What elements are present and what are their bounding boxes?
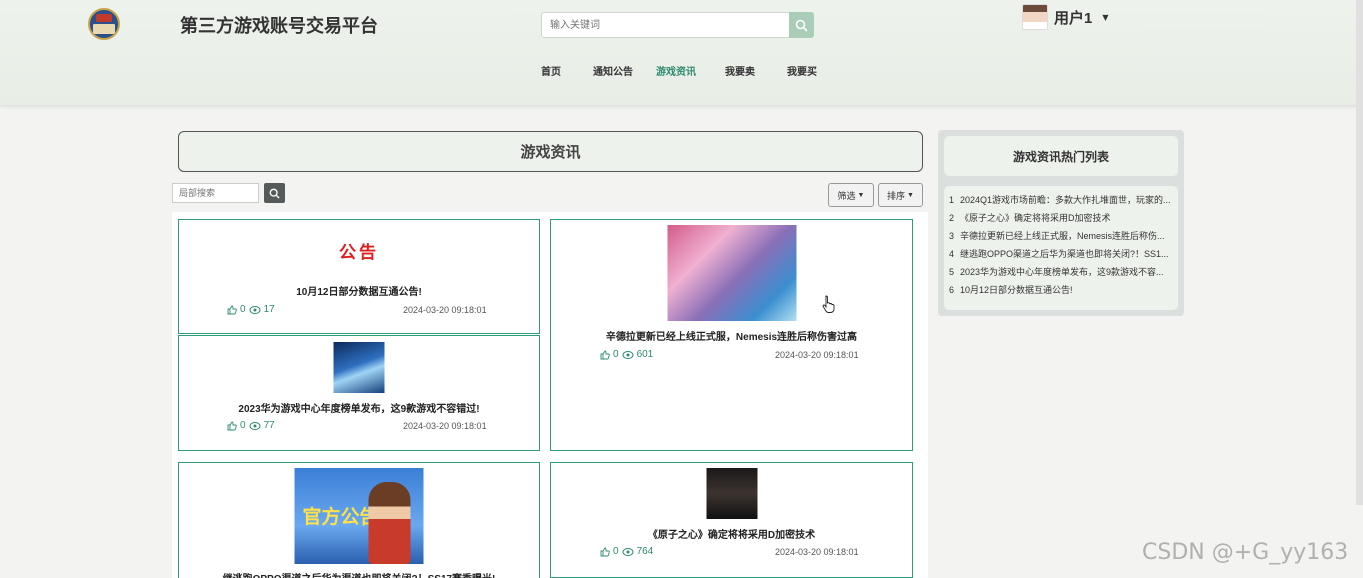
local-search-input[interactable] [172,183,259,203]
news-card-stats: 0 77 [227,420,275,431]
news-card-title[interactable]: 辛德拉更新已经上线正式服，Nemesis连胜后称伤害过高 [551,328,912,343]
news-card-date: 2024-03-20 09:18:01 [403,421,487,431]
news-card[interactable]: 《原子之心》确定将将采用D加密技术 0 764 2024-03-20 09:18… [550,462,913,578]
eye-icon [249,305,261,314]
chevron-down-icon: ▼ [857,191,865,199]
news-card[interactable]: 辛德拉更新已经上线正式服，Nemesis连胜后称伤害过高 0 601 2024-… [550,219,913,451]
views-count: 77 [263,420,275,431]
filter-label: 筛选 [837,190,856,201]
eye-icon [622,547,634,556]
eye-icon [622,350,634,359]
news-card-image[interactable] [706,468,757,519]
likes-count: 0 [240,304,246,315]
views-count: 17 [263,304,275,315]
news-card-stats: 0 601 [600,349,653,360]
page-title: 游戏资讯 [178,131,923,172]
eye-icon [249,421,261,430]
search-icon [269,188,280,199]
likes-count: 0 [613,349,619,360]
views-count: 601 [636,349,654,360]
news-card[interactable]: 2023华为游戏中心年度榜单发布，这9款游戏不容错过! 0 77 2024-03… [178,335,540,451]
thumbs-up-icon[interactable] [600,547,610,557]
hot-list-item[interactable]: 2 《原子之心》确定将将采用D加密技术 [944,211,1172,229]
news-card-date: 2024-03-20 09:18:01 [775,350,859,360]
nav-item-game-news[interactable]: 游戏资讯 [656,63,696,78]
hot-list-item[interactable]: 3 辛德拉更新已经上线正式服，Nemesis连胜后称伤... [944,229,1172,247]
filter-dropdown[interactable]: 筛选 ▼ [828,183,874,207]
notice-image-text: 公告 [339,243,379,262]
chevron-down-icon[interactable]: ▼ [1102,13,1108,22]
official-notice-text: 官方公告 [302,507,379,528]
hot-list: 1 2024Q1游戏市场前瞻：多款大作扎堆面世，玩家的... 2 《原子之心》确定将… [944,186,1178,310]
local-search-button[interactable] [264,183,285,203]
news-card-stats: 0 764 [600,546,653,557]
top-header: 第三方游戏账号交易平台 用户1 ▼ 首页 通知公告 游戏资讯 我要卖 我要买 [0,0,1363,106]
hand-cursor-icon [822,295,835,313]
hot-list-item[interactable]: 4 继逃跑OPPO渠道之后华为渠道也即将关闭?！SS1... [944,247,1172,265]
site-title[interactable]: 第三方游戏账号交易平台 [180,12,378,38]
news-card-image[interactable] [333,342,385,393]
watermark: CSDN @+G_yy163 [1142,540,1349,565]
site-logo-icon[interactable] [88,8,120,40]
username[interactable]: 用户1 [1054,7,1092,28]
likes-count: 0 [613,546,619,557]
hot-list-item[interactable]: 6 10月12日部分数据互通公告! [944,283,1172,301]
news-card-title[interactable]: 10月12日部分数据互通公告! [179,283,539,298]
news-card-stats: 0 17 [227,304,275,315]
chevron-down-icon: ▼ [907,191,914,199]
nav-item-sell[interactable]: 我要卖 [725,63,755,78]
sort-dropdown[interactable]: 排序 ▼ [878,183,923,207]
hot-list-item[interactable]: 1 2024Q1游戏市场前瞻：多款大作扎堆面世，玩家的... [944,193,1172,211]
hot-list-panel: 游戏资讯热门列表 1 2024Q1游戏市场前瞻：多款大作扎堆面世，玩家的... 2… [938,130,1184,316]
main-nav: 首页 通知公告 游戏资讯 我要卖 我要买 [0,63,1363,78]
scrollbar[interactable] [1356,0,1363,505]
news-card-date: 2024-03-20 09:18:01 [403,305,487,315]
news-card-title[interactable]: 《原子之心》确定将将采用D加密技术 [551,526,912,541]
views-count: 764 [636,546,654,557]
search-icon [795,19,808,32]
news-card-title[interactable]: 2023华为游戏中心年度榜单发布，这9款游戏不容错过! [179,400,539,415]
thumbs-up-icon[interactable] [227,305,237,315]
global-search [541,12,814,38]
thumbs-up-icon[interactable] [227,421,237,431]
notice-image: 公告 [339,238,379,263]
thumbs-up-icon[interactable] [600,350,610,360]
news-card[interactable]: 官方公告 继逃跑OPPO渠道之后华为渠道也即将关闭?！SS17赛季曝光! [178,462,540,578]
hot-list-item[interactable]: 5 2023华为游戏中心年度榜单发布，这9款游戏不容... [944,265,1172,283]
news-card-date: 2024-03-20 09:18:01 [775,547,859,557]
nav-item-home[interactable]: 首页 [541,63,561,78]
news-card[interactable]: 公告 10月12日部分数据互通公告! 0 17 2024-03-20 09:18… [178,219,540,334]
avatar[interactable] [1022,4,1048,30]
character-figure [368,482,411,564]
sort-label: 排序 [887,190,906,201]
user-menu[interactable]: 用户1 ▼ [1022,3,1109,31]
nav-item-notices[interactable]: 通知公告 [593,63,633,78]
news-card-image[interactable]: 官方公告 [294,468,424,564]
nav-item-buy[interactable]: 我要买 [787,63,817,78]
search-input[interactable] [541,12,790,38]
search-button[interactable] [789,12,814,38]
hot-list-title: 游戏资讯热门列表 [944,136,1178,176]
news-card-title[interactable]: 继逃跑OPPO渠道之后华为渠道也即将关闭?！SS17赛季曝光! [179,570,539,578]
news-card-image[interactable] [667,225,796,321]
likes-count: 0 [240,420,246,431]
